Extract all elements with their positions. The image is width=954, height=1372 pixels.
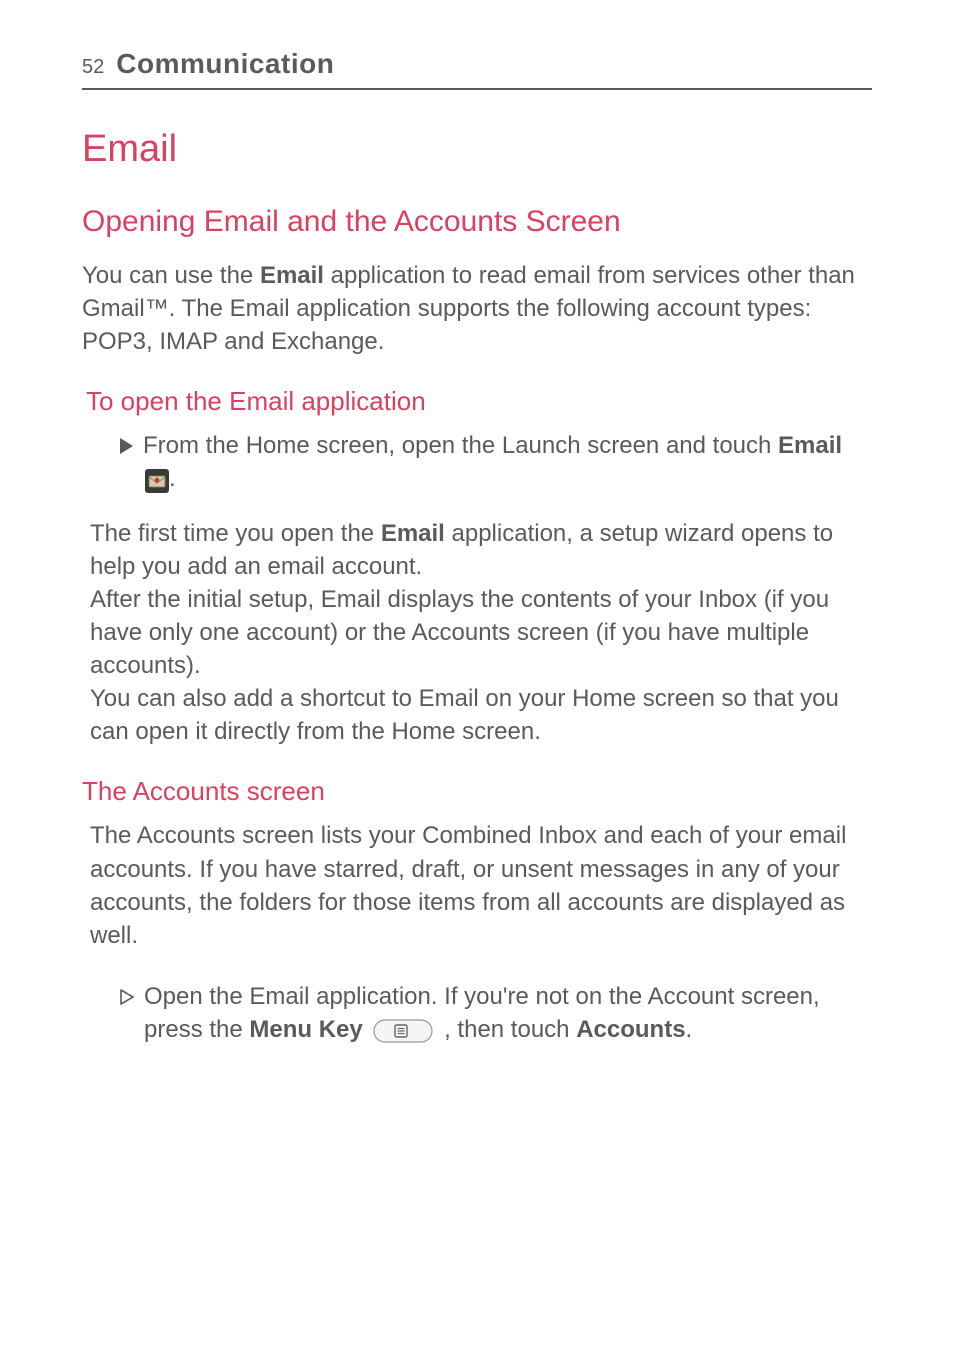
- bullet2-mid: , then touch: [437, 1016, 576, 1043]
- intro-pre: You can use the: [82, 262, 260, 289]
- p1-bold: Email: [381, 520, 445, 547]
- page-header: 52 Communication: [82, 48, 872, 80]
- subsection-heading-accounts-screen: The Accounts screen: [82, 776, 872, 807]
- triangle-outline-bullet-icon: [120, 989, 134, 1005]
- p1-pre: The first time you open the: [90, 520, 381, 547]
- accounts-body: The Accounts screen lists your Combined …: [90, 819, 872, 951]
- bullet2-post: .: [686, 1016, 693, 1043]
- bullet-bold: Email: [778, 432, 842, 459]
- bullet2-bold2: Accounts: [576, 1016, 685, 1043]
- bullet-item: From the Home screen, open the Launch sc…: [120, 429, 872, 496]
- bullet2-bold1: Menu Key: [249, 1016, 362, 1043]
- bullet-text: From the Home screen, open the Launch sc…: [143, 429, 872, 496]
- triangle-bullet-icon: [120, 438, 133, 454]
- section-heading-opening-email: Opening Email and the Accounts Screen: [82, 205, 872, 239]
- main-heading: Email: [82, 128, 872, 171]
- para-3: You can also add a shortcut to Email on …: [90, 682, 872, 748]
- email-app-icon: [145, 464, 169, 497]
- paragraph-block: The first time you open the Email applic…: [90, 517, 872, 749]
- bullet-post: .: [169, 465, 176, 492]
- chapter-title: Communication: [116, 48, 334, 80]
- bullet-text: Open the Email application. If you're no…: [144, 980, 872, 1047]
- bullet-item: Open the Email application. If you're no…: [120, 980, 872, 1047]
- intro-bold: Email: [260, 262, 324, 289]
- menu-key-icon: [373, 1014, 433, 1047]
- subsection-heading-open-app: To open the Email application: [86, 386, 872, 417]
- section-intro: You can use the Email application to rea…: [82, 259, 872, 358]
- page-number: 52: [82, 56, 104, 79]
- bullet-pre: From the Home screen, open the Launch sc…: [143, 432, 778, 459]
- para-2: After the initial setup, Email displays …: [90, 583, 872, 682]
- para-1: The first time you open the Email applic…: [90, 517, 872, 583]
- header-rule: [82, 88, 872, 90]
